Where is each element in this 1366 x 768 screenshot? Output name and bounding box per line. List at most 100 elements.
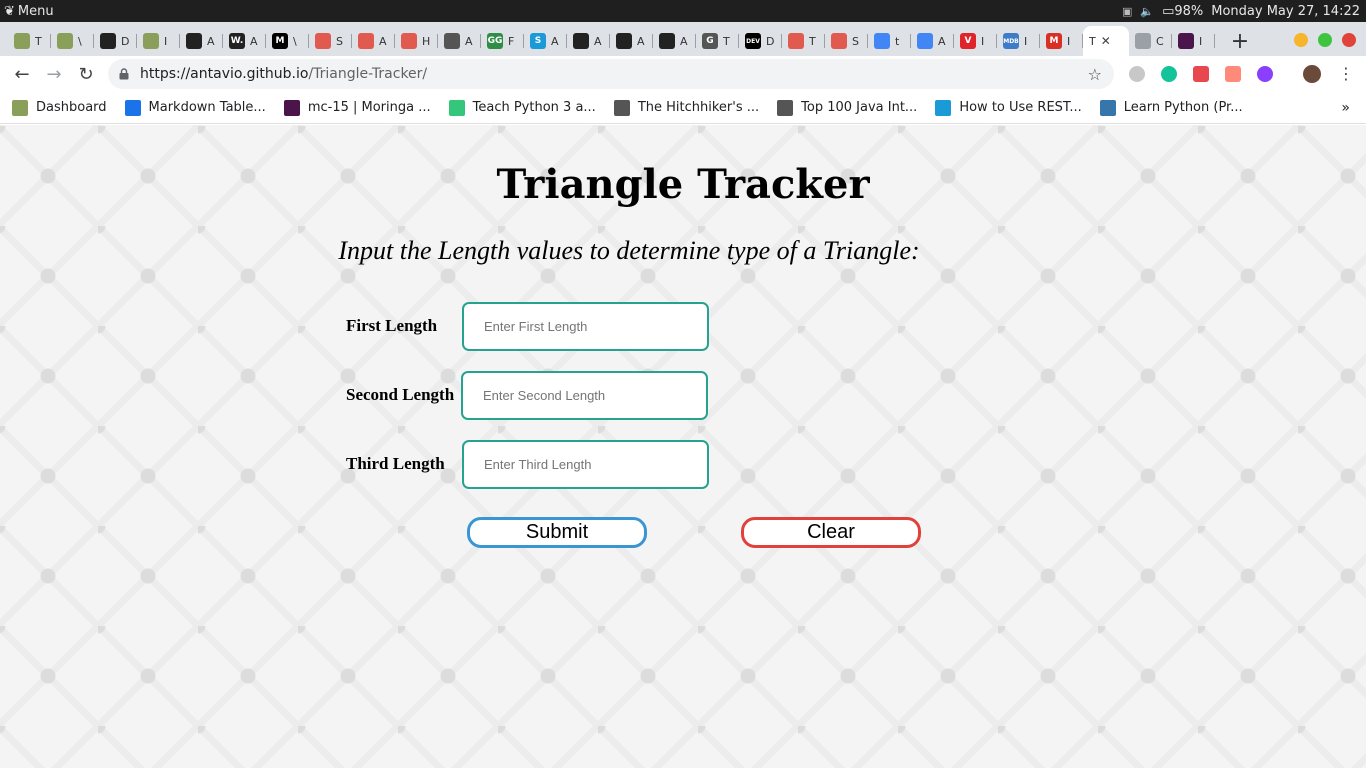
w-icon: W. <box>229 33 245 49</box>
tab-21[interactable]: A <box>911 26 954 56</box>
tab-20[interactable]: t <box>868 26 911 56</box>
battery-indicator[interactable]: ▭98% <box>1162 4 1203 19</box>
tab-0[interactable]: T <box>8 26 51 56</box>
tab-16[interactable]: GT <box>696 26 739 56</box>
bookmark-item[interactable]: The Hitchhiker's ... <box>613 99 760 116</box>
bookmark-label: The Hitchhiker's ... <box>637 100 760 115</box>
tab-1[interactable]: \ <box>51 26 94 56</box>
bookmark-star-icon[interactable]: ☆ <box>1088 65 1102 84</box>
bookmark-item[interactable]: Dashboard <box>12 99 107 116</box>
third-length-input[interactable] <box>462 440 709 489</box>
s-icon: S <box>530 33 546 49</box>
bookmark-label: mc-15 | Moringa ... <box>307 100 431 115</box>
tab-title: A <box>465 34 473 48</box>
pocket-extension-icon[interactable] <box>1193 66 1209 82</box>
tab-2[interactable]: D <box>94 26 137 56</box>
medium-icon: M <box>272 33 288 49</box>
third-length-label: Third Length <box>346 454 445 473</box>
bookmark-favicon-icon <box>613 99 630 116</box>
tab-title: A <box>680 34 688 48</box>
new-tab-button[interactable]: + <box>1225 26 1255 56</box>
tab-13[interactable]: A <box>567 26 610 56</box>
more-menu-icon[interactable]: ⋮ <box>1338 64 1354 83</box>
clear-button[interactable]: Clear <box>741 517 921 548</box>
tab-24[interactable]: MI <box>1040 26 1083 56</box>
avatar[interactable] <box>1303 65 1321 83</box>
bookmark-item[interactable]: Top 100 Java Int... <box>777 99 917 116</box>
tab-10[interactable]: A <box>438 26 481 56</box>
grammarly-extension-icon[interactable] <box>1161 66 1177 82</box>
address-bar[interactable]: https://antavio.github.io/Triangle-Track… <box>108 59 1114 89</box>
tab-22[interactable]: VI <box>954 26 997 56</box>
maximize-button[interactable] <box>1318 33 1332 47</box>
bookmark-label: How to Use REST... <box>959 100 1082 115</box>
purple-extension-icon[interactable] <box>1257 66 1273 82</box>
tab-9[interactable]: H <box>395 26 438 56</box>
tab-5[interactable]: W. A <box>223 26 266 56</box>
bookmarks-overflow-button[interactable]: » <box>1341 100 1350 116</box>
arrow-left-icon: ← <box>14 63 30 85</box>
github-icon <box>616 33 632 49</box>
tab-8[interactable]: A <box>352 26 395 56</box>
tab-title: D <box>121 34 130 48</box>
tab-title: I <box>1024 34 1028 48</box>
tab-active[interactable]: T ✕ <box>1083 26 1129 56</box>
github-icon <box>573 33 589 49</box>
github-icon <box>659 33 675 49</box>
bookmark-label: Dashboard <box>36 100 107 115</box>
close-window-button[interactable] <box>1342 33 1356 47</box>
tab-title: F <box>508 34 515 48</box>
submit-button[interactable]: Submit <box>467 517 647 548</box>
bookmark-item[interactable]: Teach Python 3 a... <box>448 99 596 116</box>
tab-6[interactable]: M \ <box>266 26 309 56</box>
bookmark-favicon-icon <box>777 99 794 116</box>
bookmark-item[interactable]: Markdown Table... <box>124 99 266 116</box>
reload-button[interactable]: ↻ <box>70 58 102 90</box>
network-icon[interactable]: ▣ <box>1122 5 1132 18</box>
tab-title: A <box>379 34 387 48</box>
tab-4[interactable]: A <box>180 26 223 56</box>
browser-toolbar: ← → ↻ https://antavio.github.io/Triangle… <box>0 56 1366 92</box>
first-length-input[interactable] <box>462 302 709 351</box>
tab-title: I <box>1067 34 1071 48</box>
tab-18[interactable]: T <box>782 26 825 56</box>
tab-15[interactable]: A <box>653 26 696 56</box>
bookmark-item[interactable]: Learn Python (Pr... <box>1099 99 1243 116</box>
tab-17[interactable]: DEV D <box>739 26 782 56</box>
bookmark-item[interactable]: mc-15 | Moringa ... <box>283 99 431 116</box>
arrow-right-icon: → <box>46 63 62 85</box>
tab-12[interactable]: SA <box>524 26 567 56</box>
tab-3[interactable]: I <box>137 26 180 56</box>
docs-icon <box>874 33 890 49</box>
tree-icon <box>143 33 159 49</box>
tab-23[interactable]: MDB I <box>997 26 1040 56</box>
os-logo-icon: ❦ <box>4 3 15 19</box>
close-icon[interactable]: ✕ <box>1101 34 1111 48</box>
globe-extension-icon[interactable] <box>1129 66 1145 82</box>
forward-button[interactable]: → <box>38 58 70 90</box>
tab-title: C <box>1156 34 1164 48</box>
clock[interactable]: Monday May 27, 14:22 <box>1211 4 1360 19</box>
minimize-button[interactable] <box>1294 33 1308 47</box>
second-length-input[interactable] <box>461 371 708 420</box>
tab-title: A <box>551 34 559 48</box>
tab-11[interactable]: GG F <box>481 26 524 56</box>
tab-19[interactable]: S <box>825 26 868 56</box>
bookmark-item[interactable]: How to Use REST... <box>935 99 1082 116</box>
volume-icon[interactable]: 🔈 <box>1140 5 1154 18</box>
tab-after-0[interactable]: C <box>1129 26 1172 56</box>
share-extension-icon[interactable] <box>1225 66 1241 82</box>
bookmarks-bar: Dashboard Markdown Table... mc-15 | Moring… <box>0 92 1366 124</box>
tab-title: S <box>336 34 343 48</box>
os-top-panel: ❦ Menu ▣ 🔈 ▭98% Monday May 27, 14:22 <box>0 0 1366 22</box>
tab-title: H <box>422 34 431 48</box>
tab-title: \ <box>293 34 297 48</box>
tab-14[interactable]: A <box>610 26 653 56</box>
os-menu-button[interactable]: ❦ Menu <box>0 4 54 19</box>
back-button[interactable]: ← <box>6 58 38 90</box>
tab-7[interactable]: S <box>309 26 352 56</box>
tab-title: T <box>35 34 42 48</box>
tab-after-1[interactable]: I <box>1172 26 1215 56</box>
tab-title: \ <box>78 34 82 48</box>
dev-icon: DEV <box>745 33 761 49</box>
